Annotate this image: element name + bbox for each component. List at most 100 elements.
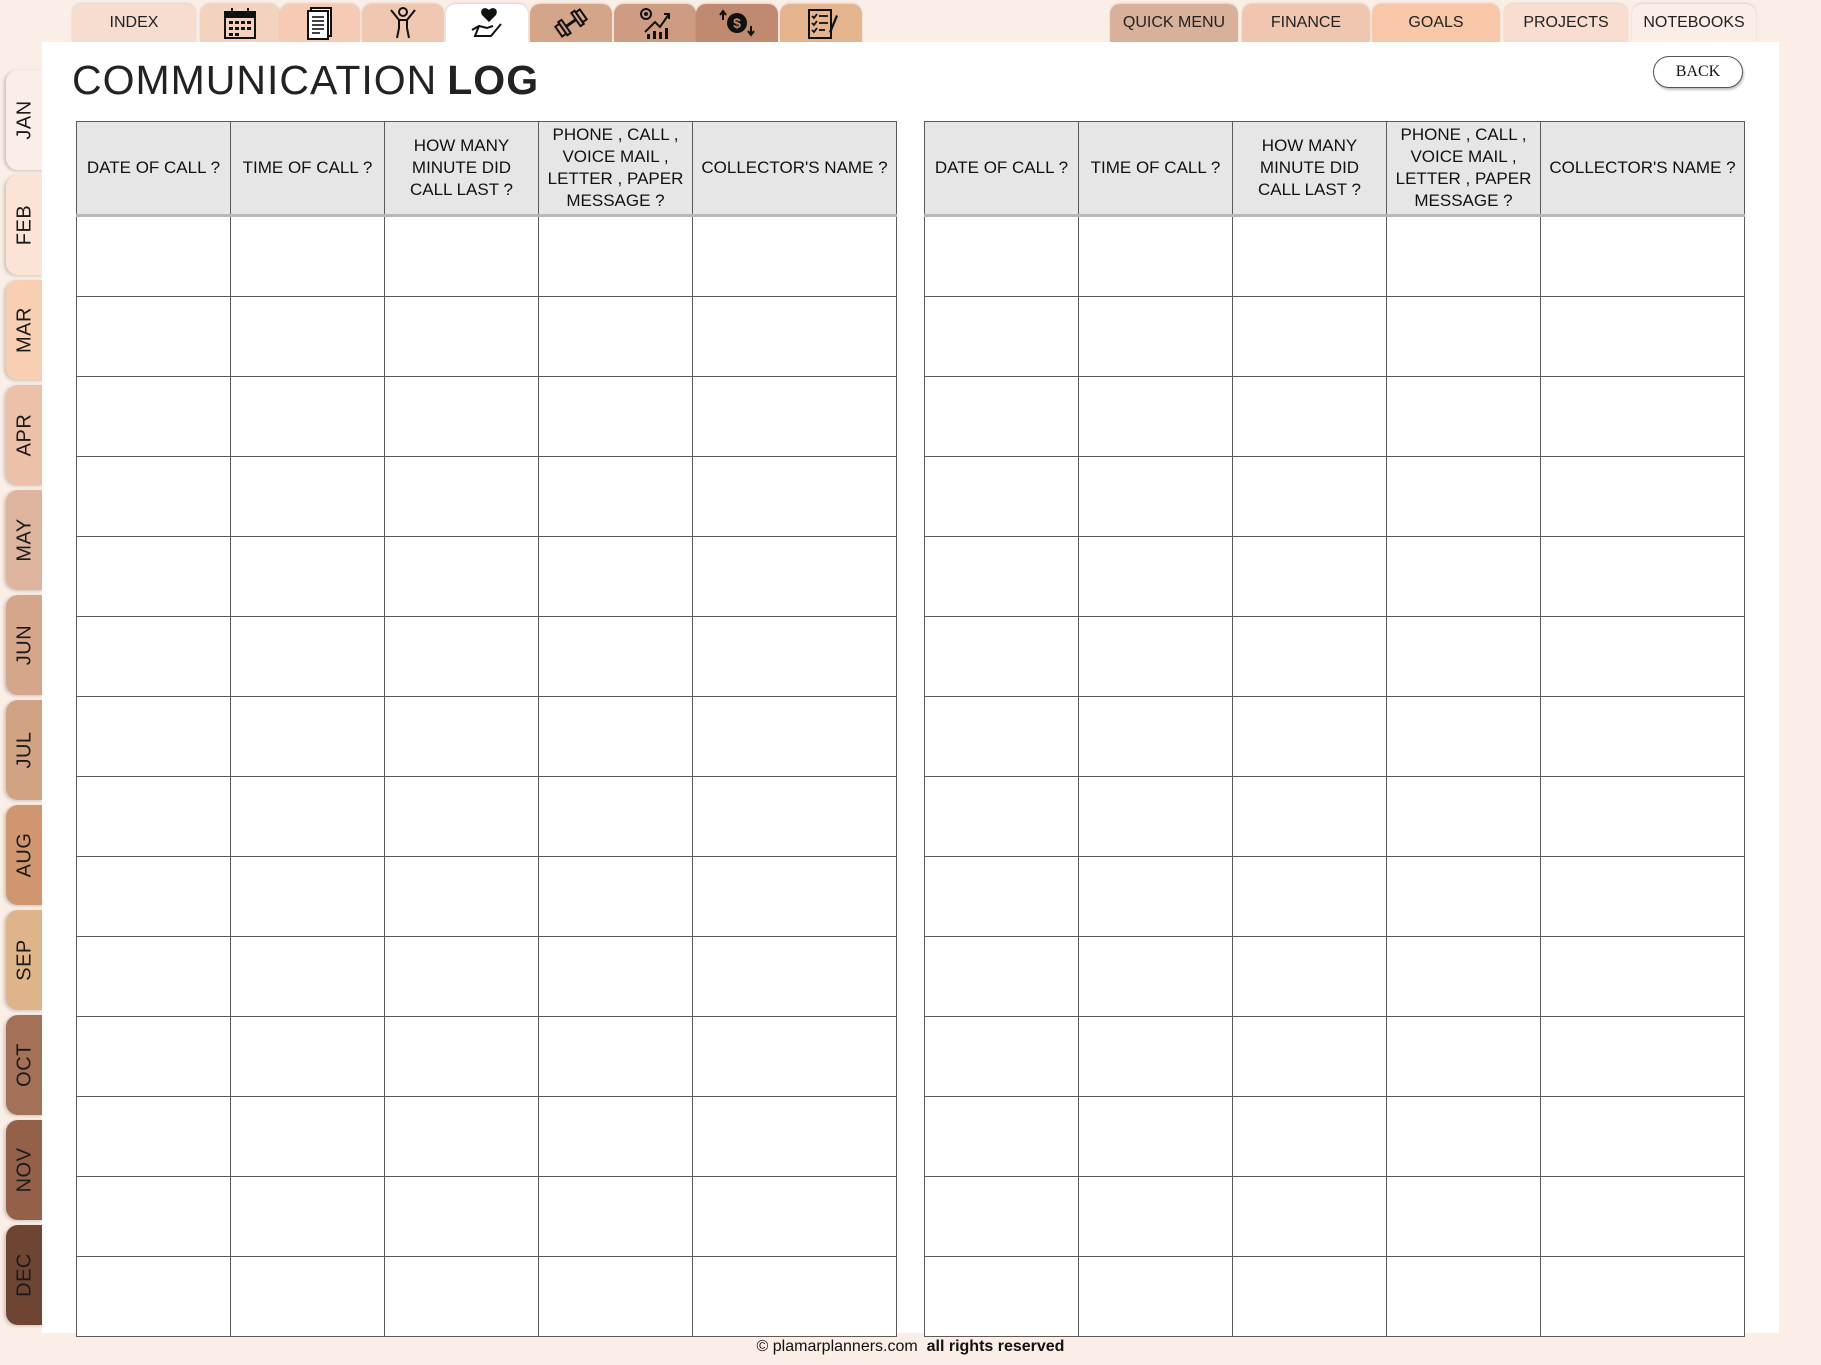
log-cell[interactable] [1386, 456, 1541, 537]
log-cell[interactable] [76, 1256, 231, 1337]
log-cell[interactable] [1078, 536, 1233, 617]
tab-notebooks[interactable]: NOTEBOOKS [1632, 4, 1756, 42]
log-cell[interactable] [1386, 1256, 1541, 1337]
log-cell[interactable] [230, 1256, 385, 1337]
log-cell[interactable] [76, 376, 231, 457]
tab-finance[interactable]: FINANCE [1242, 4, 1370, 42]
log-cell[interactable] [230, 456, 385, 537]
log-cell[interactable] [1232, 856, 1387, 937]
log-cell[interactable] [924, 1016, 1079, 1097]
log-cell[interactable] [384, 1256, 539, 1337]
log-cell[interactable] [230, 616, 385, 697]
log-cell[interactable] [1078, 1256, 1233, 1337]
log-cell[interactable] [538, 1016, 693, 1097]
log-cell[interactable] [924, 215, 1079, 297]
log-cell[interactable] [230, 1016, 385, 1097]
log-cell[interactable] [692, 376, 897, 457]
log-cell[interactable] [1540, 1016, 1745, 1097]
log-cell[interactable] [1386, 696, 1541, 777]
log-cell[interactable] [1540, 215, 1745, 297]
month-tab-may[interactable]: MAY [6, 490, 44, 590]
log-cell[interactable] [230, 776, 385, 857]
log-cell[interactable] [692, 776, 897, 857]
log-cell[interactable] [1232, 215, 1387, 297]
log-cell[interactable] [692, 616, 897, 697]
log-cell[interactable] [538, 776, 693, 857]
log-cell[interactable] [924, 376, 1079, 457]
month-tab-dec[interactable]: DEC [6, 1225, 44, 1325]
log-cell[interactable] [1540, 1256, 1745, 1337]
log-cell[interactable] [1232, 1256, 1387, 1337]
log-cell[interactable] [1232, 1096, 1387, 1177]
log-cell[interactable] [1232, 536, 1387, 617]
log-cell[interactable] [1078, 936, 1233, 1017]
month-tab-feb[interactable]: FEB [6, 175, 44, 275]
log-cell[interactable] [1078, 856, 1233, 937]
log-cell[interactable] [924, 536, 1079, 617]
log-cell[interactable] [924, 456, 1079, 537]
log-cell[interactable] [538, 376, 693, 457]
log-cell[interactable] [1232, 376, 1387, 457]
log-cell[interactable] [76, 1176, 231, 1257]
log-cell[interactable] [538, 936, 693, 1017]
month-tab-jul[interactable]: JUL [6, 700, 44, 800]
log-cell[interactable] [384, 536, 539, 617]
log-cell[interactable] [538, 696, 693, 777]
tab-money[interactable]: $ [696, 4, 778, 42]
log-cell[interactable] [692, 936, 897, 1017]
log-cell[interactable] [1232, 1176, 1387, 1257]
log-cell[interactable] [1386, 1176, 1541, 1257]
log-cell[interactable] [924, 776, 1079, 857]
log-cell[interactable] [1232, 936, 1387, 1017]
log-cell[interactable] [1232, 616, 1387, 697]
log-cell[interactable] [384, 1176, 539, 1257]
log-cell[interactable] [692, 296, 897, 377]
log-cell[interactable] [230, 215, 385, 297]
log-cell[interactable] [230, 696, 385, 777]
log-cell[interactable] [1386, 1096, 1541, 1177]
month-tab-jan[interactable]: JAN [6, 70, 44, 170]
log-cell[interactable] [538, 296, 693, 377]
tab-wellness[interactable] [362, 4, 444, 42]
log-cell[interactable] [1540, 296, 1745, 377]
log-cell[interactable] [692, 536, 897, 617]
log-cell[interactable] [1078, 616, 1233, 697]
log-cell[interactable] [76, 456, 231, 537]
log-cell[interactable] [384, 616, 539, 697]
log-cell[interactable] [230, 936, 385, 1017]
log-cell[interactable] [230, 536, 385, 617]
log-cell[interactable] [1386, 856, 1541, 937]
log-cell[interactable] [692, 856, 897, 937]
log-cell[interactable] [1386, 376, 1541, 457]
tab-growth[interactable] [614, 4, 696, 42]
log-cell[interactable] [76, 296, 231, 377]
log-cell[interactable] [384, 1016, 539, 1097]
month-tab-aug[interactable]: AUG [6, 805, 44, 905]
log-cell[interactable] [692, 1096, 897, 1177]
log-cell[interactable] [692, 1016, 897, 1097]
log-cell[interactable] [384, 776, 539, 857]
log-cell[interactable] [1386, 1016, 1541, 1097]
log-cell[interactable] [76, 1096, 231, 1177]
log-cell[interactable] [1078, 1176, 1233, 1257]
log-cell[interactable] [924, 296, 1079, 377]
log-cell[interactable] [1540, 1176, 1745, 1257]
log-cell[interactable] [76, 936, 231, 1017]
log-cell[interactable] [230, 1096, 385, 1177]
log-cell[interactable] [1540, 536, 1745, 617]
tab-index[interactable]: INDEX [72, 4, 196, 42]
log-cell[interactable] [1232, 776, 1387, 857]
log-cell[interactable] [1078, 215, 1233, 297]
log-cell[interactable] [1078, 776, 1233, 857]
log-cell[interactable] [1540, 856, 1745, 937]
log-cell[interactable] [384, 696, 539, 777]
log-cell[interactable] [1540, 376, 1745, 457]
log-cell[interactable] [1386, 536, 1541, 617]
back-button[interactable]: BACK [1653, 56, 1743, 88]
log-cell[interactable] [76, 856, 231, 937]
log-cell[interactable] [1540, 776, 1745, 857]
month-tab-mar[interactable]: MAR [6, 280, 44, 380]
log-cell[interactable] [384, 1096, 539, 1177]
tab-notes[interactable] [280, 4, 360, 42]
log-cell[interactable] [924, 696, 1079, 777]
